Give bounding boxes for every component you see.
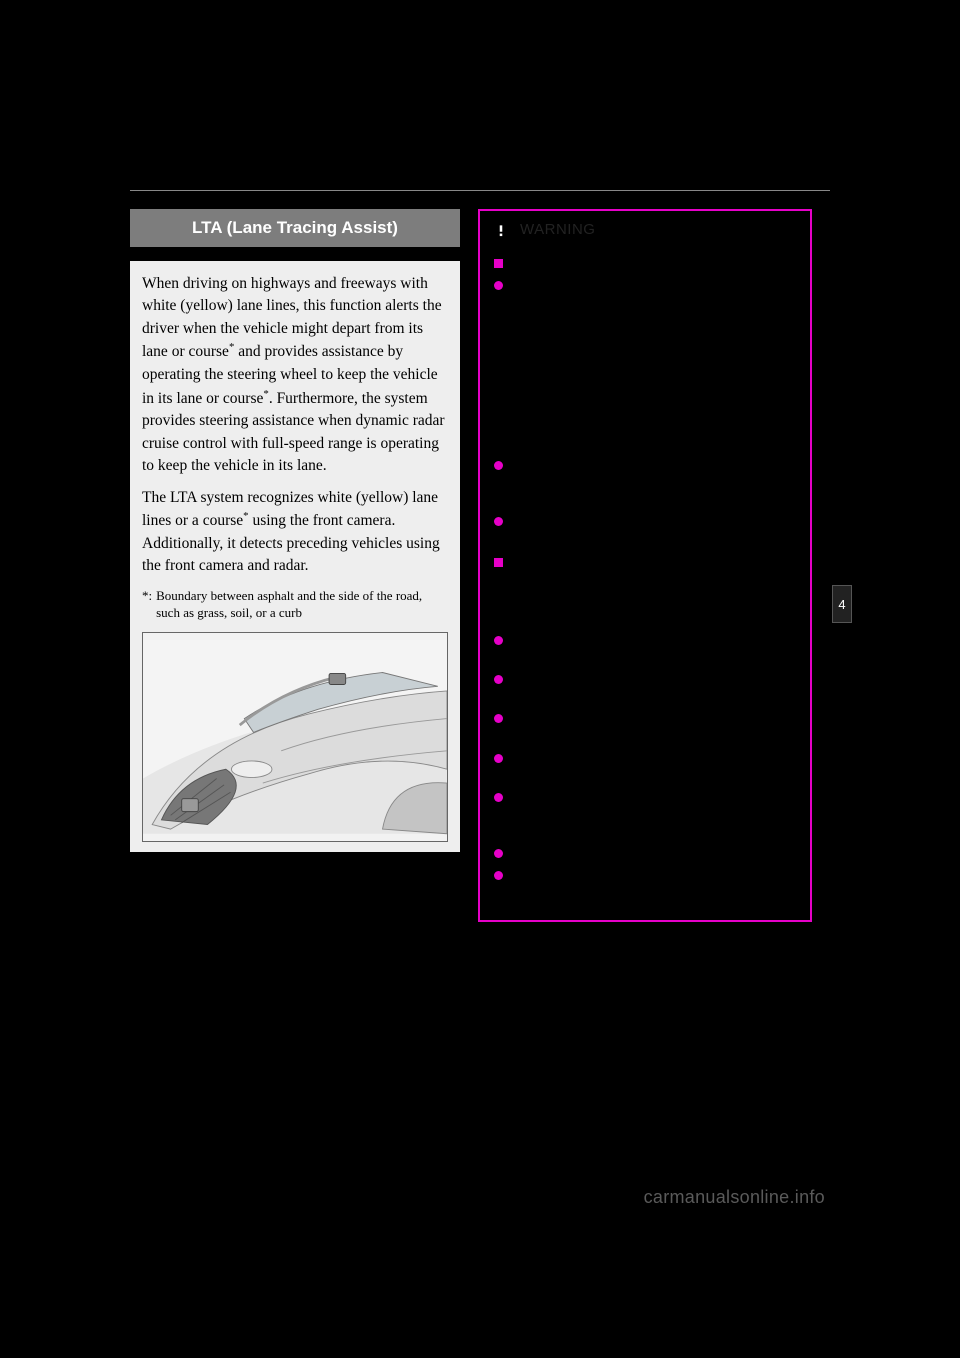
warning-bullet-text: When the tires have been replaced with t… xyxy=(510,671,798,706)
warning-header: WARNING xyxy=(480,211,810,245)
warning-bullet: A spare tire, tire chains, etc. are equi… xyxy=(494,632,798,667)
warning-bullet: Vehicle is driven on a road section with… xyxy=(494,789,798,842)
two-column-layout: LTA (Lane Tracing Assist) When driving o… xyxy=(130,209,830,922)
intro-paragraph-2: The LTA system recognizes white (yellow)… xyxy=(142,487,448,578)
dot-bullet-icon xyxy=(494,461,503,470)
footnote-mark: *: xyxy=(142,587,152,622)
warning-heading-2: Situations unsuitable for LTA system In … xyxy=(494,554,798,628)
warning-heading-1: Before using LTA system xyxy=(494,255,798,273)
warning-label: WARNING xyxy=(520,221,595,238)
warning-bullet-text: Vehicle is driven in a temporary lane or… xyxy=(510,867,798,902)
warning-bullet: Failure to perform appropriate driving o… xyxy=(494,457,798,510)
section-title: LTA (Lane Tracing Assist) xyxy=(130,209,460,247)
warning-bullet: When the tires have been replaced with t… xyxy=(494,671,798,706)
footer-url: carmanualsonline.info xyxy=(644,1187,825,1208)
warning-bullet-text: When the tires are excessively worn, or … xyxy=(510,710,798,745)
warning-bullet: When the tires are excessively worn, or … xyxy=(494,710,798,745)
warning-body: Before using LTA system Do not rely sole… xyxy=(480,245,810,908)
warning-bullet-text: Vehicle is driven where the road diverge… xyxy=(510,845,794,863)
dot-bullet-icon xyxy=(494,871,503,880)
warning-box: WARNING Before using LTA system Do not r… xyxy=(478,209,812,922)
warning-bullet: Vehicle is driven on a road surface that… xyxy=(494,750,798,785)
warning-bullet: Do not rely solely upon the LTA system. … xyxy=(494,277,798,452)
warning-bullet-text: Vehicles with Lexus parking assist-senso… xyxy=(510,513,798,548)
top-rule xyxy=(130,190,830,191)
warning-bullet-text: A spare tire, tire chains, etc. are equi… xyxy=(510,632,798,667)
dot-bullet-icon xyxy=(494,281,503,290)
footnote-text: Boundary between asphalt and the side of… xyxy=(156,587,448,622)
intro-box: When driving on highways and freeways wi… xyxy=(130,261,460,852)
footnote: *: Boundary between asphalt and the side… xyxy=(142,587,448,622)
warning-bullet: Vehicle is driven where the road diverge… xyxy=(494,845,798,863)
dot-bullet-icon xyxy=(494,714,503,723)
warning-heading-2-body: In the following situations, use the LTA… xyxy=(510,576,798,629)
vehicle-illustration xyxy=(142,632,448,842)
dot-bullet-icon xyxy=(494,517,503,526)
dot-bullet-icon xyxy=(494,754,503,763)
square-bullet-icon xyxy=(494,259,503,268)
manual-page: LTA (Lane Tracing Assist) When driving o… xyxy=(130,190,830,922)
warning-heading-1-text: Before using LTA system xyxy=(510,255,658,273)
square-bullet-icon xyxy=(494,558,503,567)
dot-bullet-icon xyxy=(494,636,503,645)
warning-bullet-text: Failure to perform appropriate driving o… xyxy=(510,457,798,510)
warning-bullet: Vehicle is driven in a temporary lane or… xyxy=(494,867,798,902)
intro-paragraph-1: When driving on highways and freeways wi… xyxy=(142,273,448,478)
warning-heading-2-text: Situations unsuitable for LTA system xyxy=(510,554,798,572)
warning-bullet-text: Do not rely solely upon the LTA system. … xyxy=(510,277,798,452)
warning-bullet: Vehicles with Lexus parking assist-senso… xyxy=(494,513,798,548)
dot-bullet-icon xyxy=(494,675,503,684)
dot-bullet-icon xyxy=(494,849,503,858)
chapter-tab: 4 xyxy=(832,585,852,623)
left-column: LTA (Lane Tracing Assist) When driving o… xyxy=(130,209,460,852)
warning-bullet-text: Vehicle is driven on a road surface that… xyxy=(510,750,798,785)
warning-bullet-text: Vehicle is driven on a road section with… xyxy=(510,789,798,842)
right-column: WARNING Before using LTA system Do not r… xyxy=(478,209,812,922)
warning-icon xyxy=(490,219,512,239)
dot-bullet-icon xyxy=(494,793,503,802)
